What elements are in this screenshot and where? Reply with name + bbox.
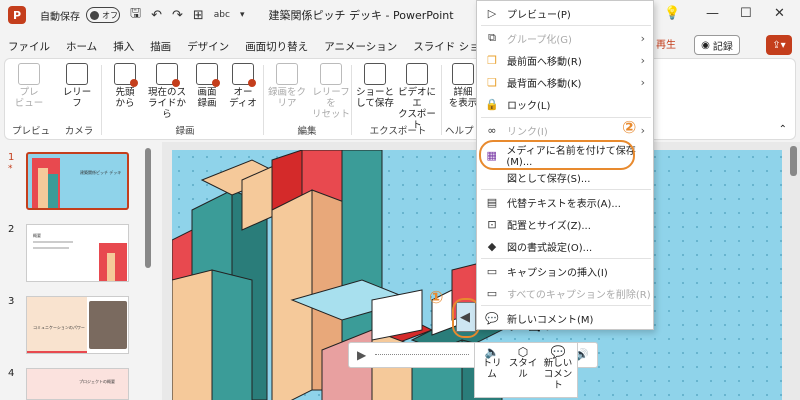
tab-insert[interactable]: 挿入 bbox=[105, 39, 142, 54]
undo-icon[interactable]: ↶ bbox=[151, 8, 162, 23]
menu-item-bring-front[interactable]: ❐ 最前面へ移動(R) › bbox=[477, 49, 655, 71]
collapse-ribbon-icon[interactable]: ⌃ bbox=[779, 124, 787, 135]
tab-design[interactable]: デザイン bbox=[179, 39, 237, 54]
size-position-icon: ⊡ bbox=[487, 217, 497, 231]
screen-record-button[interactable]: 画面 録画 bbox=[189, 63, 225, 109]
new-comment-icon: 💬 bbox=[485, 311, 499, 325]
lightbulb-icon[interactable]: 💡 bbox=[664, 6, 680, 21]
clear-recording-button[interactable]: 録画をク リア bbox=[265, 63, 309, 109]
style-icon: ⬡ bbox=[517, 345, 529, 359]
thumb-number: 1 bbox=[8, 152, 15, 163]
details-icon bbox=[452, 63, 474, 85]
spelling-icon[interactable]: abc bbox=[214, 10, 230, 20]
playback-tab[interactable]: 再生 bbox=[656, 36, 676, 51]
trim-icon: 🔈 bbox=[484, 345, 500, 359]
format-picture-icon: ◆ bbox=[487, 239, 497, 253]
slide-thumbnail-panel: 1 * 建築関係ピッチ デッキ 2 概要 3 コミュニケーションのパワー 4 プ… bbox=[0, 142, 158, 400]
ribbon: プレ ビュー レリー フ 先頭 から 現在のス ライドから 画面 録画 オー デ… bbox=[4, 58, 796, 151]
group-help: ヘルプ bbox=[445, 126, 474, 137]
menu-item-group[interactable]: ⧉ グループ化(G) › bbox=[477, 27, 655, 49]
record-from-current-button[interactable]: 現在のス ライドから bbox=[145, 63, 189, 120]
thumbnail-scrollbar[interactable] bbox=[145, 148, 151, 268]
group-edit: 編集 bbox=[297, 126, 317, 137]
audio-icon bbox=[232, 63, 256, 87]
customize-qat-icon[interactable]: ▾ bbox=[240, 10, 245, 20]
tab-animations[interactable]: アニメーション bbox=[316, 39, 405, 54]
share-icon[interactable]: ⇪▾ bbox=[766, 35, 792, 55]
menu-item-alt-text[interactable]: ▤ 代替テキストを表示(A)... bbox=[477, 191, 655, 213]
comment-icon: 💬 bbox=[550, 345, 566, 359]
save-icon[interactable]: 🖫 bbox=[130, 4, 141, 26]
canvas-scrollbar[interactable] bbox=[790, 146, 797, 176]
autosave-label: 自動保存 bbox=[40, 11, 80, 23]
preview-icon bbox=[18, 63, 40, 85]
tab-home[interactable]: ホーム bbox=[58, 39, 105, 54]
group-export: エクスポート bbox=[369, 126, 427, 137]
play-icon: ▷ bbox=[487, 6, 497, 20]
reset-cameo-button[interactable]: レリーフを リセット bbox=[309, 63, 353, 120]
document-title: 建築関係ピッチ デッキ - PowerPoint bbox=[268, 9, 454, 22]
maximize-icon[interactable]: ☐ bbox=[740, 6, 752, 21]
menu-item-format-picture[interactable]: ◆ 図の書式設定(O)... bbox=[477, 235, 655, 257]
tab-file[interactable]: ファイル bbox=[0, 39, 58, 54]
menu-item-insert-caption[interactable]: ▭ キャプションの挿入(I) bbox=[477, 260, 655, 282]
insert-caption-icon: ▭ bbox=[486, 264, 498, 278]
preview-button[interactable]: プレ ビュー bbox=[11, 63, 47, 109]
menu-item-send-back[interactable]: ❏ 最背面へ移動(K) › bbox=[477, 71, 655, 93]
bring-front-icon: ❐ bbox=[487, 53, 497, 67]
cameo-button[interactable]: レリー フ bbox=[59, 63, 95, 109]
media-mini-toolbar: 🔈 トリム ⬡ スタイル 💬 新しい コメント bbox=[474, 342, 578, 398]
alt-text-icon: ▤ bbox=[486, 195, 498, 209]
group-recording: 録画 bbox=[175, 126, 195, 137]
minimize-icon[interactable]: — bbox=[706, 6, 719, 21]
style-button[interactable]: ⬡ スタイル bbox=[507, 345, 539, 380]
save-show-icon bbox=[364, 63, 386, 85]
trim-button[interactable]: 🔈 トリム bbox=[479, 345, 505, 380]
group-camera: カメラ bbox=[64, 126, 94, 137]
star-icon: * bbox=[8, 164, 13, 174]
clear-recording-icon bbox=[276, 63, 298, 85]
new-comment-button[interactable]: 💬 新しい コメント bbox=[541, 345, 575, 391]
autosave-toggle[interactable]: オフ bbox=[86, 7, 120, 23]
media-timeline[interactable] bbox=[375, 354, 469, 358]
reset-cameo-icon bbox=[320, 63, 342, 85]
play-icon[interactable]: ▶ bbox=[357, 348, 366, 362]
export-video-icon bbox=[406, 63, 428, 85]
powerpoint-logo-icon: P bbox=[8, 6, 26, 24]
menu-item-new-comment[interactable]: 💬 新しいコメント(M) bbox=[477, 307, 655, 329]
slide-thumbnail-2[interactable]: 概要 bbox=[26, 224, 129, 282]
step-2-badge: ② bbox=[622, 118, 637, 138]
menu-item-lock[interactable]: 🔒 ロック(L) bbox=[477, 93, 655, 115]
audio-button[interactable]: オー ディオ bbox=[225, 63, 261, 109]
record-button[interactable]: ◉ 記録 bbox=[694, 35, 740, 55]
step-1-badge: ① bbox=[429, 288, 444, 308]
menu-item-preview[interactable]: ▷ プレビュー(P) bbox=[477, 2, 655, 24]
cameo-icon bbox=[66, 63, 88, 85]
send-back-icon: ❏ bbox=[487, 75, 497, 89]
save-as-show-button[interactable]: ショーと して保存 bbox=[355, 63, 395, 109]
slide-thumbnail-4[interactable]: プロジェクトの概要 bbox=[26, 368, 129, 400]
present-icon[interactable]: ⊞ bbox=[193, 8, 204, 23]
menu-item-size-position[interactable]: ⊡ 配置とサイズ(Z)... bbox=[477, 213, 655, 235]
link-icon: ∞ bbox=[487, 123, 497, 137]
record-from-start-button[interactable]: 先頭 から bbox=[107, 63, 143, 109]
remove-captions-icon: ▭ bbox=[486, 286, 498, 300]
export-video-button[interactable]: ビデオにエ クスポート bbox=[395, 63, 439, 131]
screen-record-icon bbox=[196, 63, 220, 87]
lock-icon: 🔒 bbox=[485, 97, 499, 111]
close-icon[interactable]: ✕ bbox=[774, 6, 785, 21]
menu-item-remove-captions[interactable]: ▭ すべてのキャプションを削除(R) bbox=[477, 282, 655, 304]
record-from-start-icon bbox=[114, 63, 138, 87]
save-media-highlight bbox=[479, 140, 635, 170]
slide-thumbnail-3[interactable]: コミュニケーションのパワー bbox=[26, 296, 129, 354]
tab-draw[interactable]: 描画 bbox=[142, 39, 179, 54]
group-icon: ⧉ bbox=[488, 31, 496, 44]
redo-icon[interactable]: ↷ bbox=[172, 8, 183, 23]
tab-transitions[interactable]: 画面切り替え bbox=[237, 39, 316, 54]
slide-thumbnail-1[interactable]: 建築関係ピッチ デッキ bbox=[26, 152, 129, 210]
record-from-current-icon bbox=[156, 63, 180, 87]
